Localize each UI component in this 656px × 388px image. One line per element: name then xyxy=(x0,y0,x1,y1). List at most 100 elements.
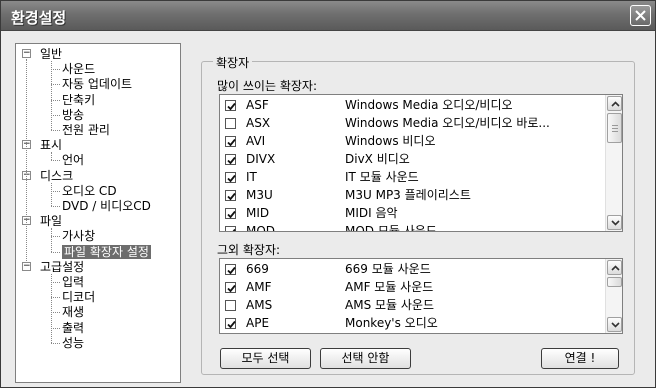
tree-item[interactable]: 입력 xyxy=(62,274,84,290)
close-icon xyxy=(635,10,646,21)
extension-name: APE xyxy=(246,316,270,330)
checkmark-icon xyxy=(227,192,236,201)
close-button[interactable] xyxy=(630,5,651,26)
window-title: 환경설정 xyxy=(11,9,67,27)
scroll-down-button[interactable] xyxy=(607,317,622,332)
tree-item[interactable]: 전원 관리 xyxy=(62,122,110,138)
tree-item-label: 파일 xyxy=(40,214,63,229)
extension-checkbox[interactable] xyxy=(225,136,236,147)
tree-item-label: 고급설정 xyxy=(40,259,85,274)
checkmark-icon xyxy=(232,228,236,231)
extension-row[interactable]: ASX Windows Media 오디오/비디오 바로... xyxy=(220,114,606,132)
extension-row[interactable]: M3U M3U MP3 플레이리스트 xyxy=(220,186,606,204)
extension-row[interactable]: AMS AMS 모듈 사운드 xyxy=(220,296,606,314)
extension-row[interactable]: AVI Windows 비디오 xyxy=(220,132,606,150)
collapse-toggle[interactable]: − xyxy=(22,49,31,58)
scroll-thumb[interactable] xyxy=(607,277,622,287)
extension-description: IT 모듈 사운드 xyxy=(345,170,419,184)
extension-checkbox[interactable] xyxy=(225,172,236,183)
extension-checkbox[interactable] xyxy=(225,318,236,329)
tree-item[interactable]: 디코더 xyxy=(62,289,95,305)
tree-item-label: 전원 관리 xyxy=(62,123,110,137)
tree-item[interactable]: 방송 xyxy=(62,107,84,123)
extension-name: 669 xyxy=(246,262,269,276)
extension-row[interactable]: ASF Windows Media 오디오/비디오 xyxy=(220,96,606,114)
extension-row[interactable]: B8M B8M 모듈 사운드 xyxy=(220,332,606,333)
scroll-up-button[interactable] xyxy=(607,96,622,111)
common-list-scrollbar[interactable] xyxy=(605,95,622,231)
extension-row[interactable]: MOD MOD 모듈 사운드 xyxy=(220,222,606,231)
extension-checkbox[interactable] xyxy=(225,300,236,311)
tree-item-label: 자동 업데이트 xyxy=(62,77,133,92)
tree-item[interactable]: 파일 확장자 설정 xyxy=(62,244,151,260)
extension-checkbox[interactable] xyxy=(225,282,236,293)
scroll-up-button[interactable] xyxy=(607,260,622,275)
settings-tree[interactable]: − 일반 사운드 자동 업데이트 단축키 방송 전원 관리 − 표시 언어 − 디스크 오디오 CD DV… xyxy=(15,43,181,383)
collapse-toggle[interactable]: − xyxy=(22,261,31,271)
tree-item-label: 방송 xyxy=(62,107,85,122)
checkmark-icon xyxy=(227,156,236,165)
tree-category[interactable]: 파일 xyxy=(40,213,62,229)
extension-row[interactable]: 669 669 모듈 사운드 xyxy=(220,260,606,278)
extension-row[interactable]: DIVX DivX 비디오 xyxy=(220,150,606,168)
title-bar[interactable]: 환경설정 xyxy=(1,1,655,31)
extension-name: IT xyxy=(246,170,257,184)
common-extensions-list[interactable]: MOD MOD 모듈 사운드 MID MIDI 음악 M3U M3U MP3 플레이리스트… xyxy=(219,94,623,232)
extension-description: 669 모듈 사운드 xyxy=(345,262,431,276)
extension-name: MID xyxy=(246,206,270,220)
tree-item[interactable]: 단축키 xyxy=(62,92,95,108)
tree-connector xyxy=(51,152,52,161)
associate-button[interactable]: 연결 ! xyxy=(541,348,619,369)
tree-item[interactable]: 성능 xyxy=(62,335,84,351)
tree-connector xyxy=(51,190,60,192)
tree-category[interactable]: 표시 xyxy=(40,137,62,153)
extension-row[interactable]: IT IT 모듈 사운드 xyxy=(220,168,606,186)
tree-item[interactable]: 자동 업데이트 xyxy=(62,76,132,92)
tree-item[interactable]: 언어 xyxy=(62,152,84,168)
tree-item-label: 디스크 xyxy=(40,168,74,183)
extension-name: B8M xyxy=(246,332,272,333)
tree-connector xyxy=(51,84,60,86)
chevron-up-icon xyxy=(611,101,620,107)
tree-connector xyxy=(51,236,60,238)
tree-item-label: DVD / 비디오CD xyxy=(62,199,151,213)
tree-category[interactable]: 고급설정 xyxy=(40,259,84,275)
checkmark-icon xyxy=(227,174,236,183)
tree-item-label: 언어 xyxy=(62,153,85,168)
extension-checkbox[interactable] xyxy=(225,118,236,129)
tree-item[interactable]: 가사창 xyxy=(62,228,95,244)
extension-checkbox[interactable] xyxy=(225,264,236,275)
tree-item-label: 표시 xyxy=(40,138,63,153)
extension-row[interactable]: APE Monkey's 오디오 xyxy=(220,314,606,332)
tree-item-label: 디코더 xyxy=(62,290,96,305)
other-list-scrollbar[interactable] xyxy=(605,259,622,333)
tree-item-label: 파일 확장자 설정 xyxy=(62,244,151,259)
tree-item[interactable]: 재생 xyxy=(62,304,84,320)
tree-item[interactable]: 오디오 CD xyxy=(62,183,117,199)
extension-checkbox[interactable] xyxy=(225,100,236,111)
extension-checkbox[interactable] xyxy=(225,190,236,201)
select-all-button[interactable]: 모두 선택 xyxy=(220,348,311,369)
extension-checkbox[interactable] xyxy=(225,208,236,219)
extension-checkbox[interactable] xyxy=(225,226,236,231)
checkmark-icon xyxy=(227,138,236,147)
tree-item[interactable]: DVD / 비디오CD xyxy=(62,198,151,214)
select-none-button[interactable]: 선택 안함 xyxy=(320,348,411,369)
tree-connector xyxy=(26,59,27,263)
tree-item-label: 단축키 xyxy=(62,92,96,107)
extension-row[interactable]: MID MIDI 음악 xyxy=(220,204,606,222)
other-extensions-list[interactable]: B8M B8M 모듈 사운드 APE Monkey's 오디오 AMS AMS 모듈 사운… xyxy=(219,258,623,334)
extension-row[interactable]: AMF AMF 모듈 사운드 xyxy=(220,278,606,296)
extension-checkbox[interactable] xyxy=(225,154,236,165)
tree-category[interactable]: 일반 xyxy=(40,46,62,62)
tree-connector xyxy=(51,282,60,283)
preferences-window: 환경설정 − 일반 사운드 자동 업데이트 단축키 방송 전원 관리 − 표시 언어 − 디스크 오디오… xyxy=(0,0,656,388)
tree-item-label: 가사창 xyxy=(62,229,96,244)
other-extensions-label: 그외 확장자: xyxy=(217,243,281,257)
tree-category[interactable]: 디스크 xyxy=(40,168,73,184)
tree-item[interactable]: 출력 xyxy=(62,320,84,336)
scroll-thumb[interactable] xyxy=(607,113,622,143)
tree-connector xyxy=(51,342,60,344)
scroll-down-button[interactable] xyxy=(607,215,622,230)
tree-item[interactable]: 사운드 xyxy=(62,61,95,77)
